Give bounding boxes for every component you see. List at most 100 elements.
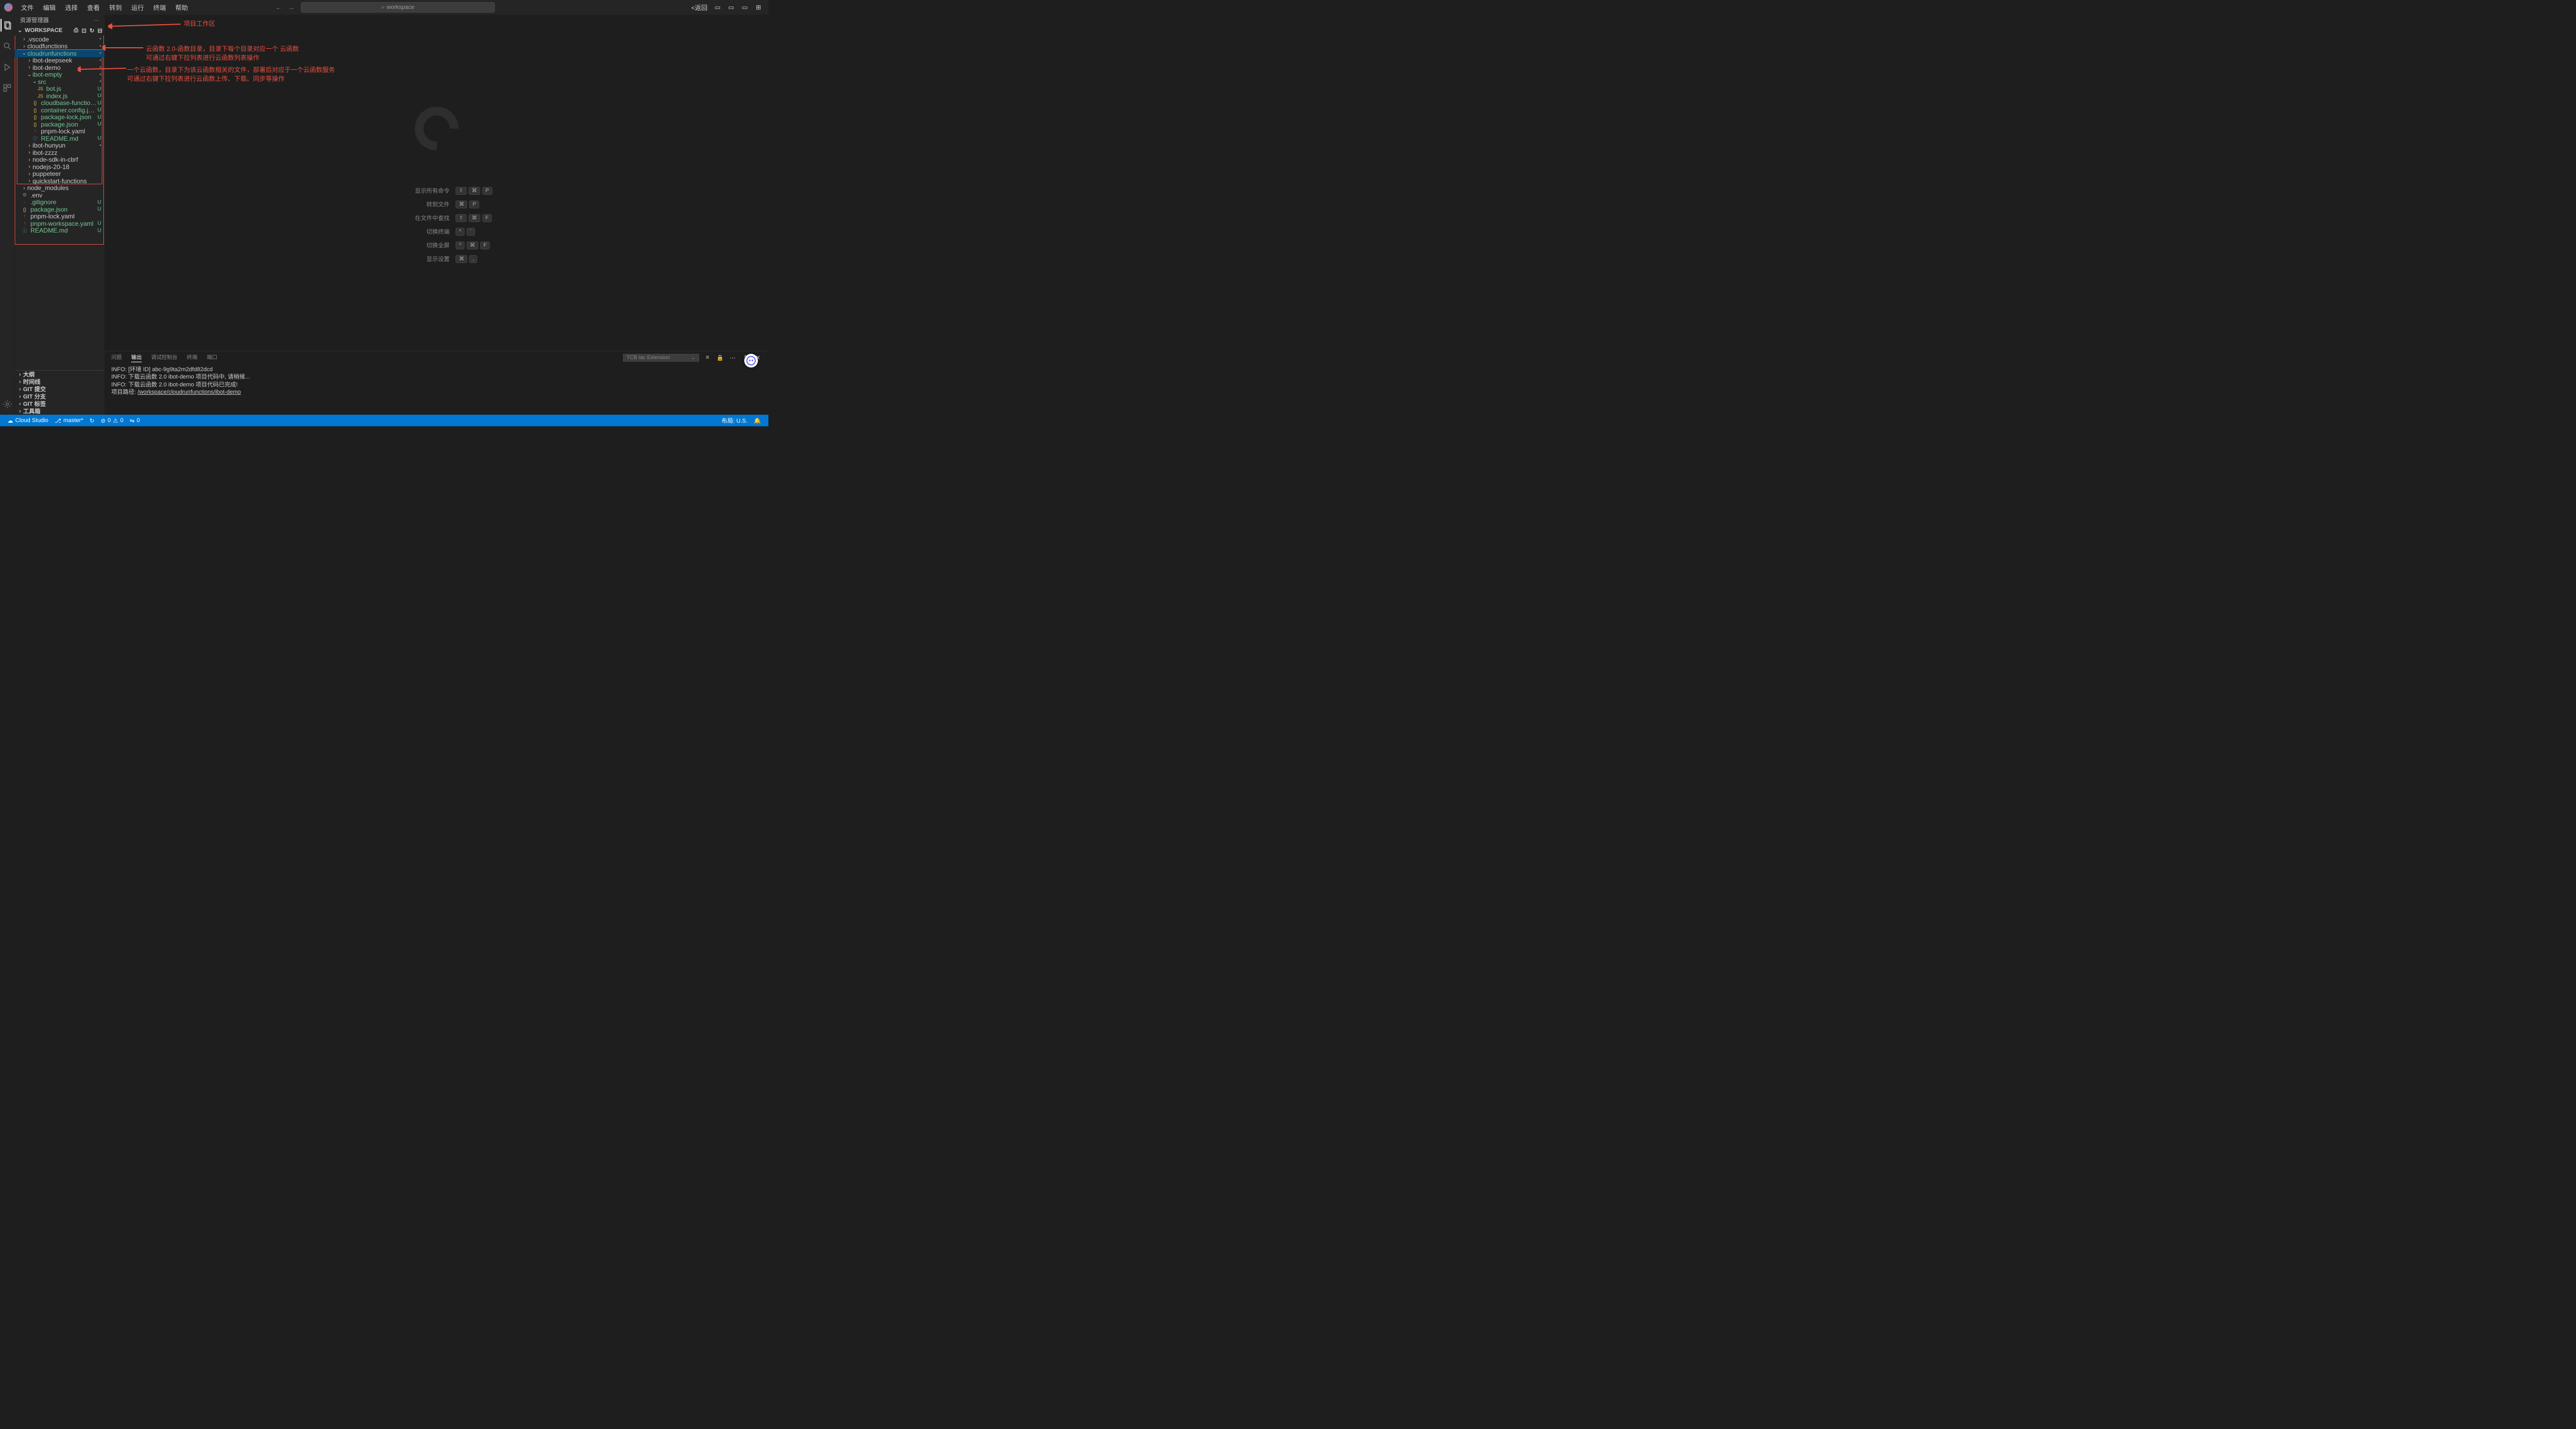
status-sync[interactable]: ↻ [87,417,98,424]
folder-item[interactable]: ›quickstart-functions [15,177,104,185]
extensions-activity-icon[interactable] [1,82,14,94]
new-folder-icon[interactable]: ⊡ [81,27,86,34]
file-item[interactable]: {}package.jsonU [15,121,104,128]
folder-item[interactable]: ›ibot-demo• [15,64,104,71]
folder-item[interactable]: ›.vscode• [15,36,104,43]
menu-item[interactable]: 终端 [149,1,170,14]
file-item[interactable]: !pnpm-workspace.yamlU [15,220,104,227]
refresh-icon[interactable]: ↻ [90,27,94,34]
file-item[interactable]: ⓘREADME.mdU [15,227,104,235]
panel-tab[interactable]: 端口 [207,353,217,362]
panel-tab[interactable]: 终端 [187,353,197,362]
file-type-icon: ! [21,214,28,219]
menu-item[interactable]: 文件 [17,1,38,14]
folder-item[interactable]: ›ibot-deepseek• [15,57,104,65]
file-label: package-lock.json [41,113,98,121]
folder-item[interactable]: ›nodejs-20-18 [15,163,104,171]
file-item[interactable]: {}package.jsonU [15,206,104,213]
search-activity-icon[interactable] [1,40,14,52]
file-label: ibot-zzzz [33,149,101,156]
run-activity-icon[interactable] [1,61,14,73]
settings-activity-icon[interactable] [1,398,14,411]
title-right: <返回 ▭ ▭ ▭ ⊞ [691,2,764,13]
file-type-icon: {} [31,100,39,106]
folder-item[interactable]: ›cloudfunctions• [15,43,104,50]
panel-more-icon[interactable]: ⋯ [729,353,737,362]
sidebar-section[interactable]: › 大纲 [15,371,104,378]
new-file-icon[interactable]: ⎙ [74,27,79,34]
file-label: cloudrunfunctions [27,50,99,57]
status-problems[interactable]: ⊘0 ⚠0 [98,417,126,424]
folder-item[interactable]: ⌄ibot-empty• [15,71,104,79]
folder-item[interactable]: ›ibot-zzzz [15,149,104,156]
panel-tab[interactable]: 调试控制台 [151,353,177,362]
status-git-branch[interactable]: ⎇master* [51,417,87,424]
sidebar-section[interactable]: › GIT 分支 [15,393,104,400]
chevron-down-icon: ⌄ [691,355,695,361]
file-item[interactable]: {}package-lock.jsonU [15,114,104,121]
collapse-icon[interactable]: ⊟ [98,27,102,34]
status-ports[interactable]: ⇋0 [126,417,143,424]
status-layout[interactable]: 布局: U.S. [719,416,751,425]
file-item[interactable]: JSbot.jsU [15,86,104,93]
menu-item[interactable]: 查看 [83,1,104,14]
git-status: U [98,206,101,212]
folder-item[interactable]: ⌄cloudrunfunctions• [15,50,104,57]
menu-item[interactable]: 运行 [127,1,148,14]
nav-back-icon[interactable]: ← [273,2,284,13]
layout-panel-icon[interactable]: ▭ [725,2,737,13]
status-bell-icon[interactable]: 🔔 [751,417,764,424]
chevron-icon: › [26,58,33,64]
sidebar-section[interactable]: › 工具箱 [15,407,104,415]
panel-lock-icon[interactable]: 🔒 [716,353,724,362]
file-item[interactable]: ·.gitignoreU [15,199,104,206]
panel-tab[interactable]: 输出 [131,353,142,362]
file-label: quickstart-functions [33,177,101,185]
command-center-search[interactable]: ⌕ workspace [301,2,495,13]
shortcut-row: 显示所有命令⇧⌘P [381,186,492,195]
explorer-activity-icon[interactable] [1,19,13,31]
panel-tab[interactable]: 问题 [111,353,122,362]
folder-item[interactable]: ›node_modules [15,185,104,192]
back-link[interactable]: <返回 [691,3,710,12]
layout-secondary-icon[interactable]: ▭ [739,2,751,13]
status-cloud-studio[interactable]: ☁Cloud Studio [4,417,51,424]
sidebar-more-icon[interactable]: ⋯ [93,17,99,24]
file-label: README.md [41,135,98,142]
menu-item[interactable]: 转到 [105,1,126,14]
output-channel-dropdown[interactable]: TCB Iac Extension ⌄ [623,354,699,362]
file-item[interactable]: ⚙.env [15,192,104,199]
file-item[interactable]: !pnpm-lock.yaml [15,213,104,220]
file-label: puppeteer [33,170,101,177]
menu-item[interactable]: 选择 [61,1,82,14]
shortcut-row: 转到文件⌘P [381,200,492,208]
nav-forward-icon[interactable]: → [286,2,297,13]
sidebar-section[interactable]: › GIT 提交 [15,385,104,393]
file-item[interactable]: ⓘREADME.mdU [15,135,104,142]
file-item[interactable]: !pnpm-lock.yaml [15,128,104,135]
sidebar-section[interactable]: › 时间线 [15,378,104,385]
menu-item[interactable]: 帮助 [171,1,192,14]
folder-item[interactable]: ›node-sdk-in-cbrf [15,156,104,164]
git-status: U [98,220,101,226]
folder-item[interactable]: ⌄src• [15,78,104,86]
folder-item[interactable]: ›ibot-hunyun• [15,142,104,150]
file-type-icon: {} [21,207,28,212]
file-item[interactable]: JSindex.jsU [15,92,104,100]
folder-item[interactable]: ›puppeteer [15,171,104,178]
titlebar: 文件编辑选择查看转到运行终端帮助 ← → ⌕ workspace <返回 ▭ ▭… [0,0,768,15]
sidebar-section[interactable]: › GIT 标签 [15,400,104,407]
assistant-float-button[interactable] [744,354,758,367]
panel-list-icon[interactable]: ≡ [703,353,712,362]
menu-item[interactable]: 编辑 [39,1,60,14]
file-path-link[interactable]: /workspace/cloudrunfunctions/ibot-demo [138,389,241,395]
output-content[interactable]: INFO: [环境 ID] abc-9g9ta2m2dfd82dcdINFO: … [105,364,768,415]
workspace-header[interactable]: ⌄ WORKSPACE ⎙ ⊡ ↻ ⊟ [15,25,104,36]
layout-primary-icon[interactable]: ▭ [712,2,723,13]
dropdown-label: TCB Iac Extension [627,355,670,361]
file-item[interactable]: {}container.config.jsonU [15,107,104,114]
customize-layout-icon[interactable]: ⊞ [753,2,764,13]
file-tree: ›.vscode•›cloudfunctions•⌄cloudrunfuncti… [15,36,104,370]
title-center: ← → ⌕ workspace [273,2,495,13]
file-item[interactable]: {}cloudbase-functions.jsonU [15,100,104,107]
